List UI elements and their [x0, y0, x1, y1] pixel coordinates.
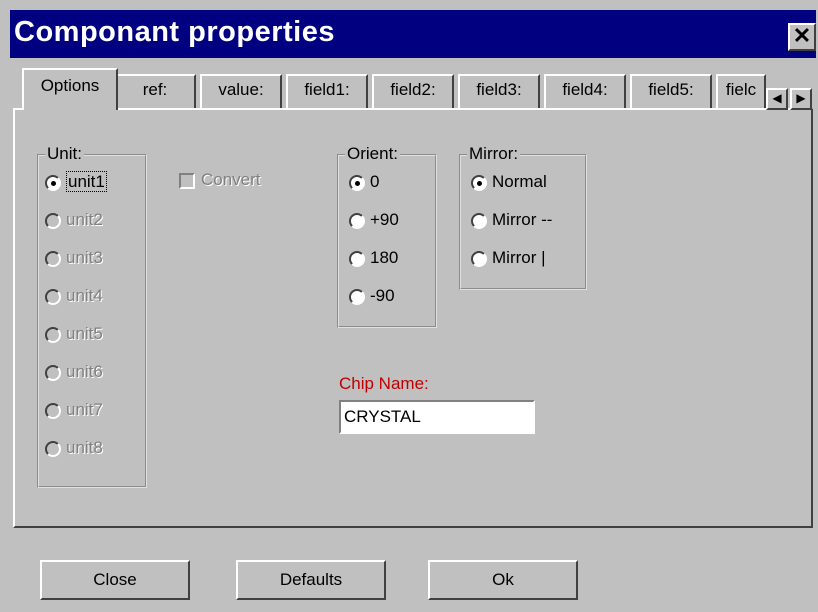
radio-icon — [45, 440, 61, 457]
unit8-radio[interactable]: unit8 — [45, 436, 103, 460]
tab-options[interactable]: Options — [22, 68, 118, 110]
unit3-radio[interactable]: unit3 — [45, 246, 103, 270]
close-icon[interactable]: ✕ — [788, 23, 816, 51]
radio-icon — [45, 250, 61, 267]
mirror-vertical-radio[interactable]: Mirror | — [471, 246, 546, 270]
mirror-group: Mirror: Normal Mirror -- Mirror | — [459, 144, 587, 290]
unit7-radio[interactable]: unit7 — [45, 398, 103, 422]
tab-ref[interactable]: ref: — [114, 74, 196, 108]
orient-minus90-radio[interactable]: -90 — [349, 284, 395, 308]
tab-value[interactable]: value: — [200, 74, 282, 108]
unit6-radio[interactable]: unit6 — [45, 360, 103, 384]
orient-group: Orient: 0 +90 180 -90 — [337, 144, 437, 328]
tab-scroll-left-icon[interactable]: ◀ — [766, 88, 788, 110]
tab-scroll-right-icon[interactable]: ▶ — [790, 88, 812, 110]
orient-plus90-radio[interactable]: +90 — [349, 208, 399, 232]
defaults-button[interactable]: Defaults — [236, 560, 386, 600]
radio-icon — [45, 288, 61, 305]
window-title: Componant properties — [14, 16, 335, 48]
radio-icon — [45, 364, 61, 381]
radio-icon — [45, 402, 61, 419]
mirror-normal-radio[interactable]: Normal — [471, 170, 547, 194]
unit1-radio[interactable]: unit1 — [45, 170, 107, 194]
chip-name-label: Chip Name: — [339, 374, 429, 393]
unit4-radio[interactable]: unit4 — [45, 284, 103, 308]
tab-field4[interactable]: field4: — [544, 74, 626, 108]
options-panel: Unit: unit1 unit2 unit3 unit4 unit5 unit… — [13, 108, 813, 528]
tab-field2[interactable]: field2: — [372, 74, 454, 108]
close-button[interactable]: Close — [40, 560, 190, 600]
unit2-radio[interactable]: unit2 — [45, 208, 103, 232]
chip-name-input[interactable] — [339, 400, 535, 434]
radio-selected-icon — [471, 174, 487, 191]
orient-0-radio[interactable]: 0 — [349, 170, 379, 194]
radio-icon — [349, 250, 365, 267]
unit5-radio[interactable]: unit5 — [45, 322, 103, 346]
dialog-body: ref: value: field1: field2: field3: fiel… — [10, 58, 818, 612]
orient-group-legend: Orient: — [345, 144, 401, 164]
radio-icon — [471, 250, 487, 267]
radio-icon — [349, 288, 365, 305]
ok-button[interactable]: Ok — [428, 560, 578, 600]
mirror-horizontal-radio[interactable]: Mirror -- — [471, 208, 552, 232]
convert-checkbox[interactable]: Convert — [179, 168, 261, 192]
title-bar: Componant properties ✕ — [10, 10, 816, 58]
radio-icon — [45, 212, 61, 229]
tab-field3[interactable]: field3: — [458, 74, 540, 108]
unit-group-legend: Unit: — [45, 144, 84, 164]
checkbox-icon — [179, 172, 195, 189]
tab-field1[interactable]: field1: — [286, 74, 368, 108]
orient-180-radio[interactable]: 180 — [349, 246, 398, 270]
tab-field6[interactable]: fielc — [716, 74, 766, 108]
radio-icon — [349, 212, 365, 229]
radio-selected-icon — [45, 174, 61, 191]
unit-group: Unit: unit1 unit2 unit3 unit4 unit5 unit… — [37, 144, 147, 488]
mirror-group-legend: Mirror: — [467, 144, 521, 164]
radio-icon — [45, 326, 61, 343]
radio-icon — [471, 212, 487, 229]
tab-field5[interactable]: field5: — [630, 74, 712, 108]
radio-selected-icon — [349, 174, 365, 191]
